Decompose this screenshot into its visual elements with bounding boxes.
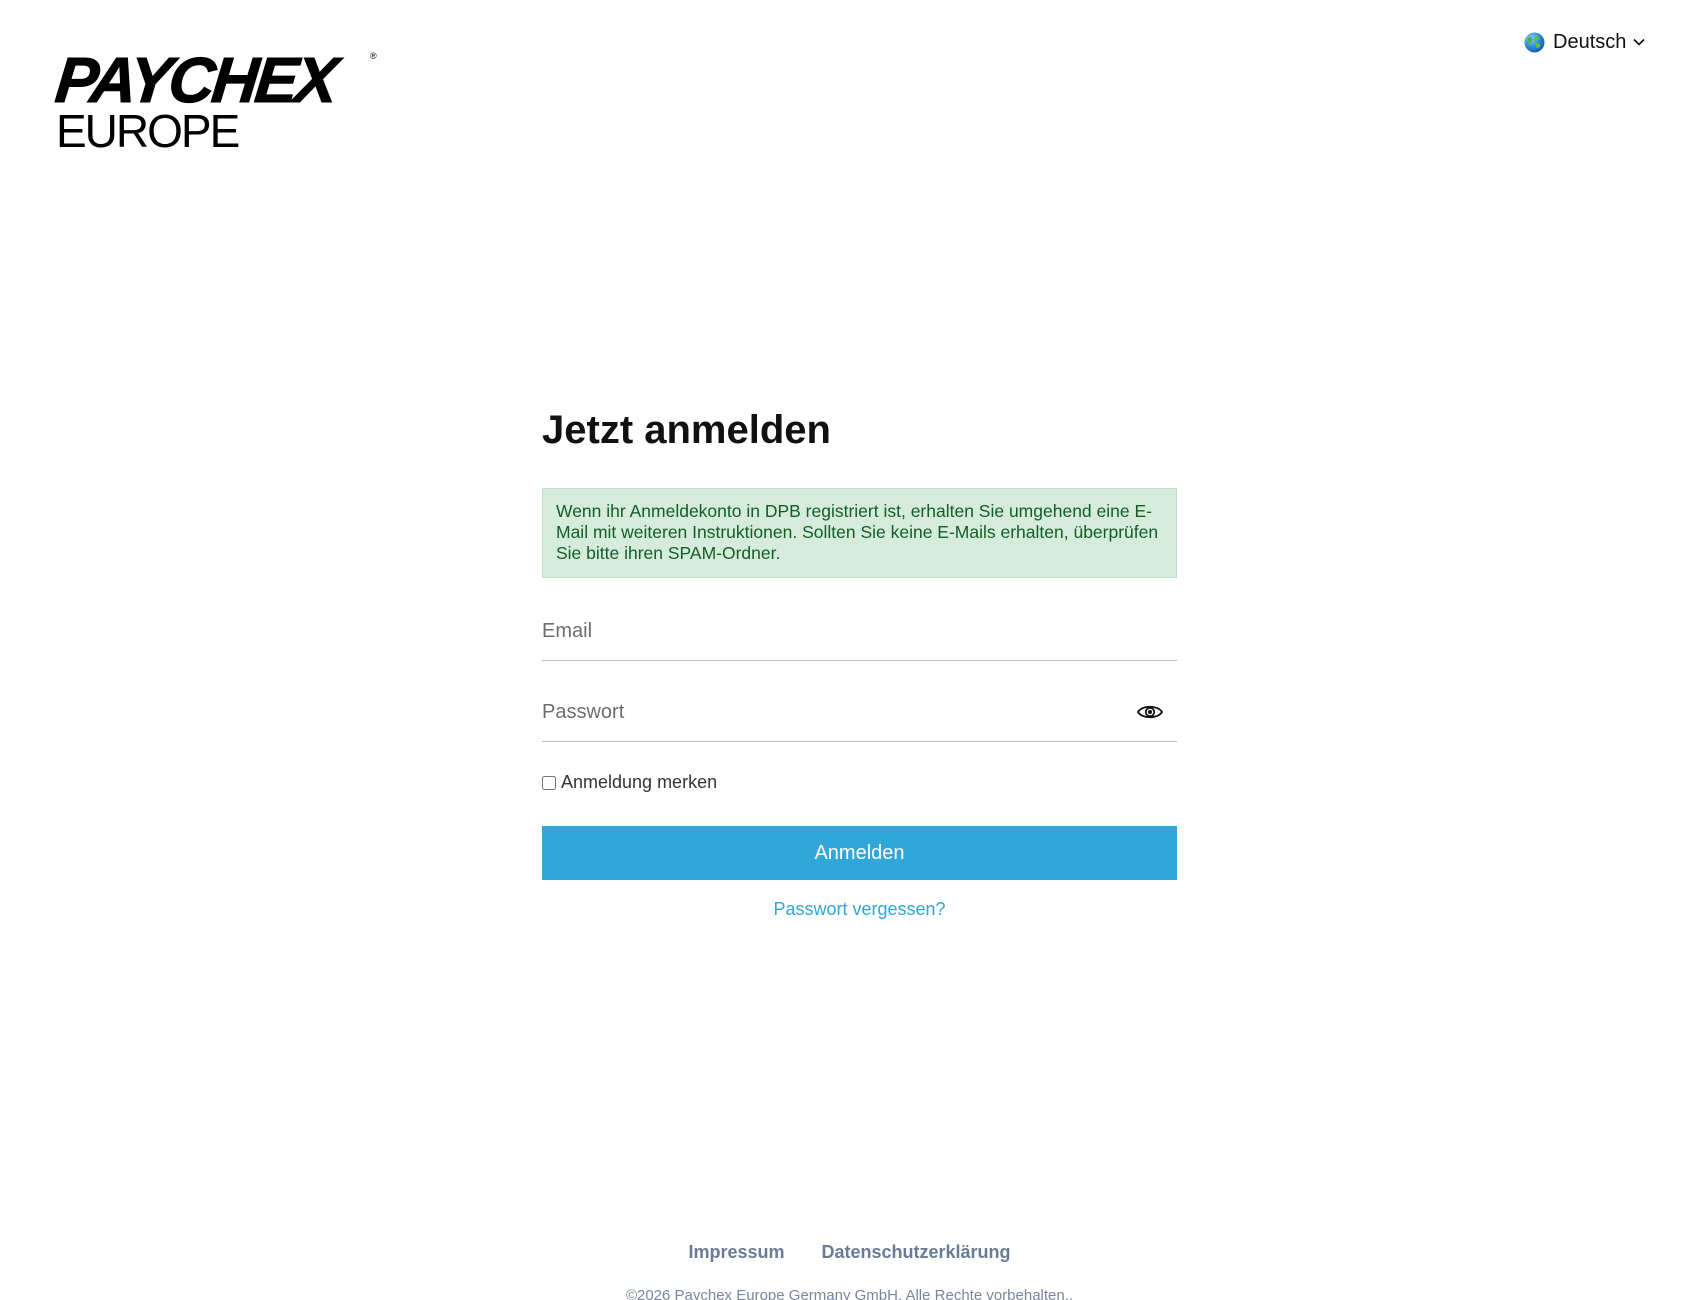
login-page: PAYCHEX ® EUROPE Deutsch Jetzt anmelden … — [0, 0, 1699, 1300]
email-field-wrapper — [542, 608, 1177, 661]
remember-me-label: Anmeldung merken — [561, 772, 718, 792]
forgot-password-link[interactable]: Passwort vergessen? — [542, 899, 1177, 920]
eye-icon[interactable] — [1137, 703, 1163, 721]
info-alert: Wenn ihr Anmeldekonto in DPB registriert… — [542, 488, 1177, 578]
language-label: Deutsch — [1553, 30, 1627, 53]
logo-registered-mark: ® — [370, 51, 377, 61]
globe-icon — [1524, 32, 1545, 52]
copyright-text: ©2026 Paychex Europe Germany GmbH. Alle … — [625, 1287, 1074, 1300]
login-button[interactable]: Anmelden — [542, 826, 1177, 880]
email-input[interactable] — [542, 608, 1177, 660]
login-form: Jetzt anmelden Wenn ihr Anmeldekonto in … — [542, 406, 1177, 920]
remember-me[interactable]: Anmeldung merken — [542, 772, 1177, 793]
password-input[interactable] — [542, 689, 1177, 741]
remember-me-checkbox[interactable] — [542, 775, 556, 790]
impressum-link[interactable]: Impressum — [688, 1242, 784, 1262]
logo-wordmark: PAYCHEX — [52, 44, 339, 117]
paychex-europe-logo: PAYCHEX ® EUROPE — [52, 44, 386, 158]
password-field-wrapper — [542, 689, 1177, 742]
page-title: Jetzt anmelden — [542, 408, 831, 452]
chevron-down-icon — [1633, 38, 1645, 46]
privacy-policy-link[interactable]: Datenschutzerklärung — [822, 1242, 1011, 1262]
language-selector[interactable]: Deutsch — [1524, 28, 1646, 56]
footer-links: Impressum Datenschutzerklärung — [0, 1242, 1699, 1263]
